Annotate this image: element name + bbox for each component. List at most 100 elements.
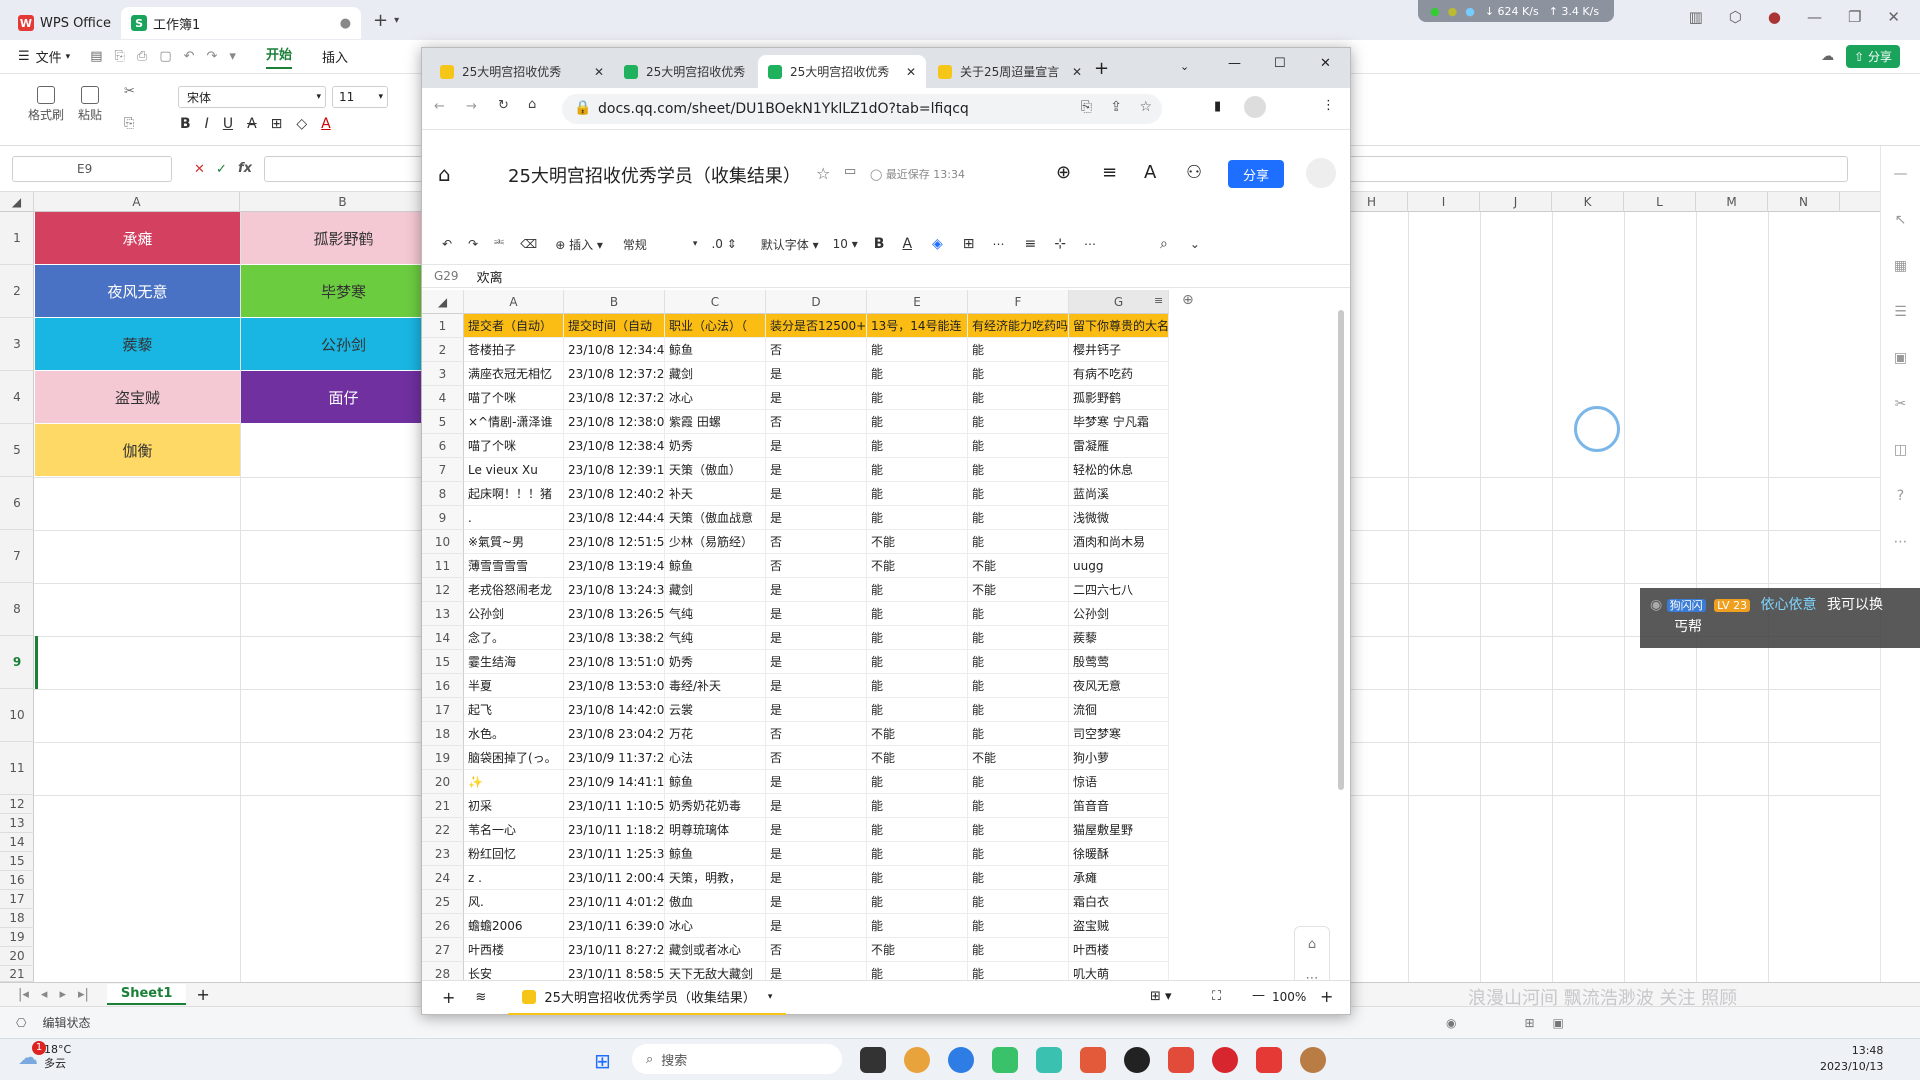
table-cell[interactable]: 能: [867, 914, 968, 938]
row-number[interactable]: 6: [422, 434, 464, 458]
table-cell[interactable]: 能: [867, 650, 968, 674]
table-cell[interactable]: 23/10/11 1:10:57: [564, 794, 665, 818]
col-header[interactable]: L: [1624, 192, 1696, 212]
table-cell[interactable]: 23/10/8 12:38:41: [564, 434, 665, 458]
table-cell[interactable]: 起床啊！！！猪: [464, 482, 564, 506]
table-cell[interactable]: 23/10/11 1:25:37: [564, 842, 665, 866]
grid-view-icon[interactable]: ⊞: [1524, 1016, 1534, 1030]
table-cell[interactable]: 23/10/8 13:38:26: [564, 626, 665, 650]
minimize-icon[interactable]: —: [1807, 8, 1822, 26]
table-cell[interactable]: 23/10/8 23:04:25: [564, 722, 665, 746]
table-cell[interactable]: 是: [766, 914, 867, 938]
table-cell[interactable]: 奶秀: [665, 434, 766, 458]
browser-tab[interactable]: 关于25周迢量宣言 ✕: [928, 55, 1092, 88]
font-color-icon[interactable]: A: [321, 116, 331, 132]
table-cell[interactable]: 是: [766, 890, 867, 914]
style-icon[interactable]: ▦: [1894, 258, 1907, 274]
menu-icon[interactable]: ≡: [1102, 162, 1117, 183]
preview-icon[interactable]: ▢: [159, 49, 171, 64]
table-cell[interactable]: 紫霞 田螺: [665, 410, 766, 434]
col-header[interactable]: E: [867, 290, 968, 314]
table-cell[interactable]: 23/10/11 8:58:59: [564, 962, 665, 980]
table-cell[interactable]: 是: [766, 506, 867, 530]
table-cell[interactable]: 是: [766, 458, 867, 482]
zoom-out-icon[interactable]: —: [1252, 988, 1265, 1003]
table-cell[interactable]: 补天: [665, 482, 766, 506]
table-cell[interactable]: 水色。: [464, 722, 564, 746]
next-sheet-icon[interactable]: ▸: [59, 987, 66, 1002]
table-cell[interactable]: 蒺藜: [1069, 626, 1169, 650]
row-number[interactable]: 5: [422, 410, 464, 434]
format-painter-button[interactable]: 格式刷: [28, 86, 64, 123]
table-cell[interactable]: 23/10/8 12:37:20: [564, 362, 665, 386]
shirt-icon[interactable]: ⌂: [1308, 937, 1316, 952]
wps-cell-b4[interactable]: 面仔: [241, 371, 446, 423]
more-icon[interactable]: ⋯: [1084, 237, 1096, 251]
restore-icon[interactable]: ❐: [1848, 8, 1861, 26]
row-number[interactable]: 7: [422, 458, 464, 482]
table-cell[interactable]: 苍楼拍子: [464, 338, 564, 362]
italic-icon[interactable]: I: [205, 116, 209, 132]
undo-icon[interactable]: ↶: [184, 49, 195, 64]
table-cell[interactable]: 能: [968, 842, 1069, 866]
table-cell[interactable]: 能: [968, 722, 1069, 746]
more-icon[interactable]: ⋯: [993, 237, 1005, 251]
table-cell[interactable]: 蟾蟾2006: [464, 914, 564, 938]
strikethrough-icon[interactable]: A: [247, 116, 257, 132]
table-cell[interactable]: 是: [766, 362, 867, 386]
decimal-stepper[interactable]: .0 ⇕: [711, 237, 736, 251]
docs-home-icon[interactable]: ⌂: [438, 162, 451, 186]
table-cell[interactable]: 浅微微: [1069, 506, 1169, 530]
table-cell[interactable]: 能: [867, 794, 968, 818]
chevron-down-icon[interactable]: ▾: [66, 52, 71, 62]
table-cell[interactable]: 承瘫: [1069, 866, 1169, 890]
row-number[interactable]: 9: [422, 506, 464, 530]
table-cell[interactable]: 霎生结海: [464, 650, 564, 674]
reload-icon[interactable]: ↻: [498, 98, 509, 113]
row-header[interactable]: 6: [0, 477, 34, 530]
hamburger-icon[interactable]: ☰: [18, 49, 30, 64]
table-cell[interactable]: 喵了个咪: [464, 434, 564, 458]
layout-icon[interactable]: ▥: [1689, 8, 1703, 26]
table-cell[interactable]: 是: [766, 482, 867, 506]
table-cell[interactable]: 23/10/8 12:39:18: [564, 458, 665, 482]
table-cell[interactable]: 樱井钙子: [1069, 338, 1169, 362]
table-cell[interactable]: 鲸鱼: [665, 338, 766, 362]
table-cell[interactable]: 藏剑: [665, 362, 766, 386]
table-cell[interactable]: 能: [968, 674, 1069, 698]
app-icon[interactable]: [1168, 1047, 1194, 1073]
add-column-icon[interactable]: ⊕: [1182, 292, 1194, 308]
back-icon[interactable]: ←: [434, 99, 445, 114]
tab-insert[interactable]: 插入: [322, 47, 348, 66]
wps-taskbar-icon[interactable]: [1256, 1047, 1282, 1073]
row-header[interactable]: 7: [0, 530, 34, 583]
table-cell[interactable]: Le vieux Xu: [464, 458, 564, 482]
cancel-icon[interactable]: ✕: [194, 162, 205, 177]
wps-cell-a1[interactable]: 承瘫: [35, 212, 240, 264]
table-cell[interactable]: 能: [968, 386, 1069, 410]
table-cell[interactable]: 能: [867, 602, 968, 626]
table-cell[interactable]: 不能: [968, 578, 1069, 602]
table-cell[interactable]: 是: [766, 602, 867, 626]
table-cell[interactable]: 天策，明教，: [665, 866, 766, 890]
close-icon[interactable]: ✕: [1320, 56, 1331, 71]
table-cell[interactable]: 奶秀: [665, 650, 766, 674]
table-cell[interactable]: 公孙剑: [464, 602, 564, 626]
cube-icon[interactable]: ⬡: [1729, 8, 1742, 26]
col-header[interactable]: F: [968, 290, 1069, 314]
table-cell[interactable]: 明尊琉璃体: [665, 818, 766, 842]
table-cell[interactable]: 不能: [867, 554, 968, 578]
table-cell[interactable]: 夜风无意: [1069, 674, 1169, 698]
docs-share-button[interactable]: 分享: [1228, 160, 1284, 188]
row-header[interactable]: 13: [0, 814, 34, 833]
user-avatar-icon[interactable]: ●: [1768, 8, 1781, 26]
table-cell[interactable]: 能: [968, 626, 1069, 650]
row-number[interactable]: 22: [422, 818, 464, 842]
table-cell[interactable]: 是: [766, 866, 867, 890]
cell-ref[interactable]: G29: [434, 269, 459, 283]
bookmark-star-icon[interactable]: ☆: [1139, 99, 1152, 115]
table-cell[interactable]: 能: [968, 698, 1069, 722]
chevron-down-icon[interactable]: ▾: [394, 15, 399, 26]
kugou-icon[interactable]: [948, 1047, 974, 1073]
row-number[interactable]: 8: [422, 482, 464, 506]
